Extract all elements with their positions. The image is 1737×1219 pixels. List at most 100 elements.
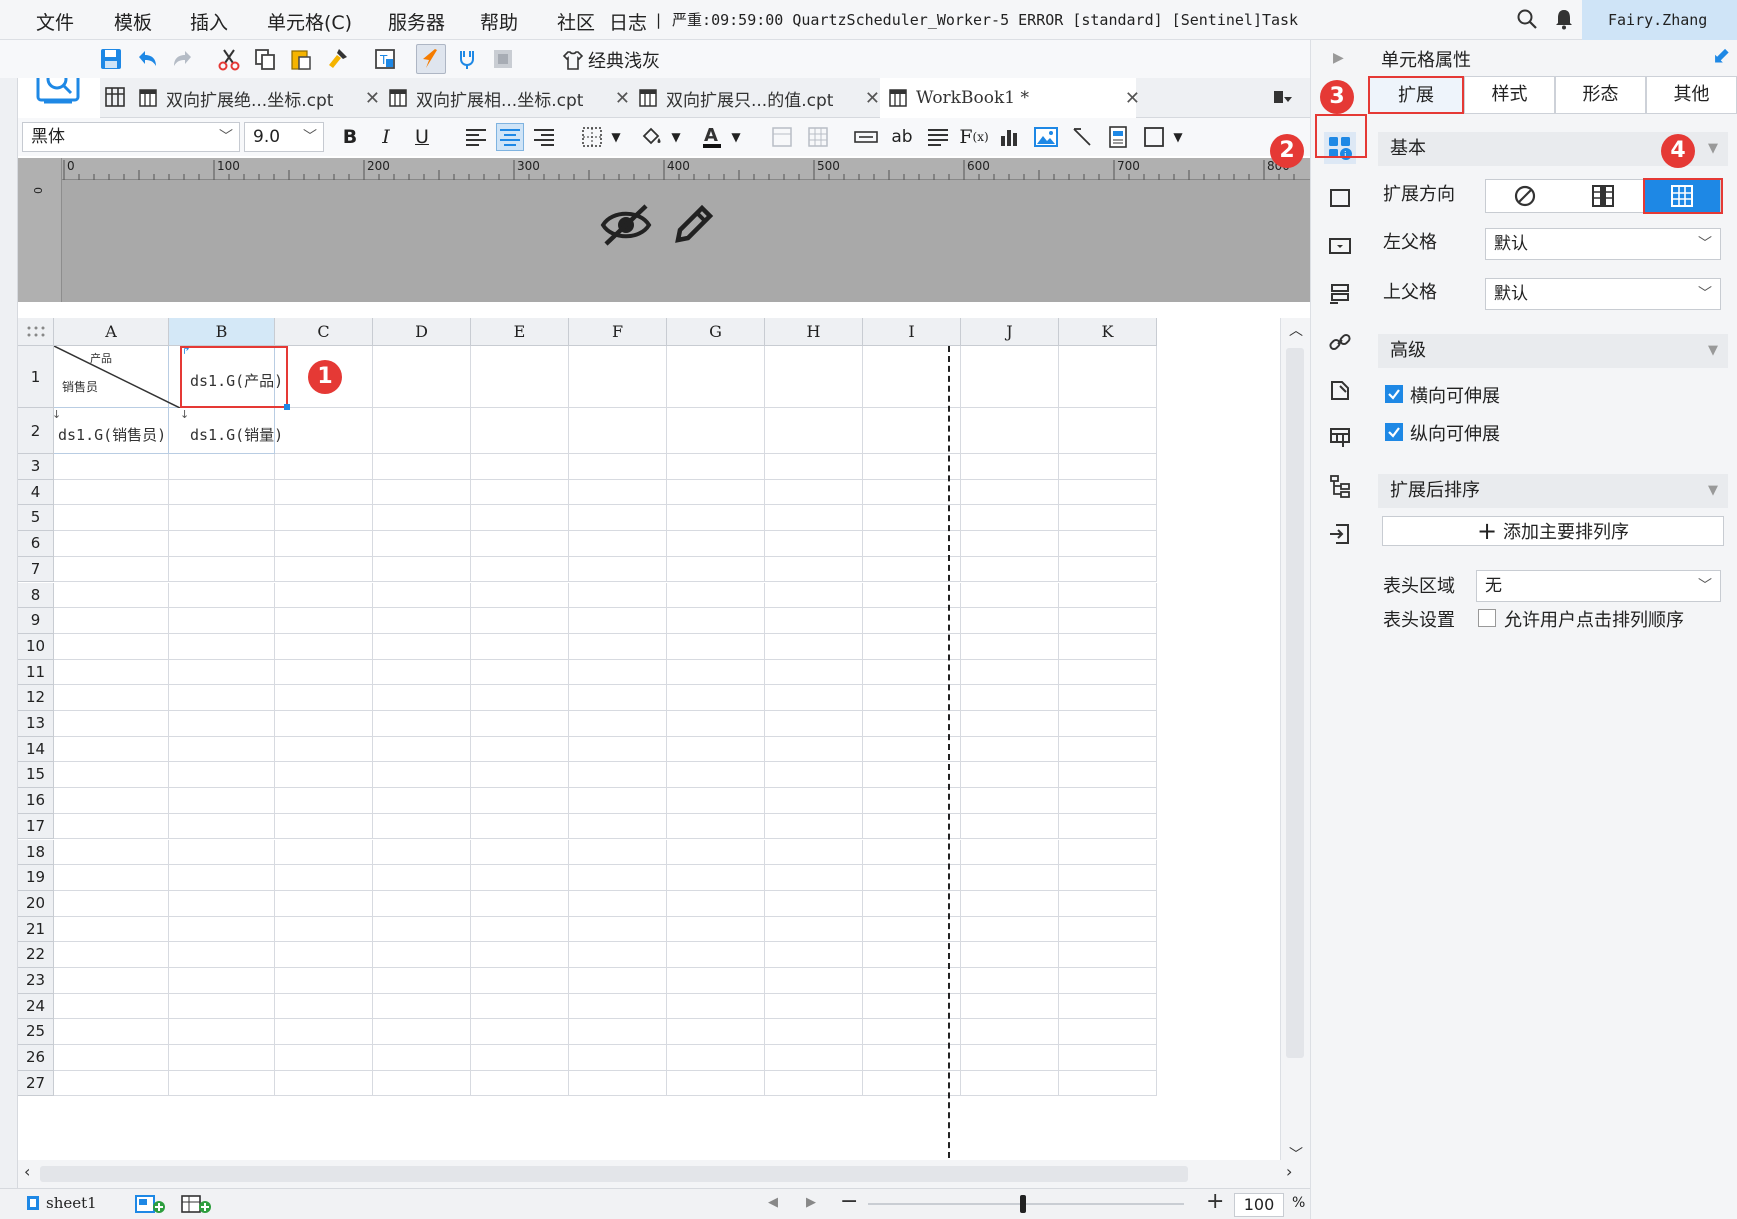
cell-h15[interactable] xyxy=(765,762,863,789)
cell-e18[interactable] xyxy=(471,839,569,866)
cell-g26[interactable] xyxy=(667,1045,765,1071)
cell-e19[interactable] xyxy=(471,865,569,891)
cell-a3[interactable] xyxy=(54,454,169,480)
cell-d6[interactable] xyxy=(373,531,471,557)
cell-d7[interactable] xyxy=(373,556,471,583)
cell-f9[interactable] xyxy=(569,608,667,634)
horizontal-extend-checkbox[interactable] xyxy=(1385,385,1403,403)
cell-b12[interactable] xyxy=(169,685,275,711)
scroll-left-icon[interactable]: ‹ xyxy=(24,1162,30,1181)
cell-a20[interactable] xyxy=(54,890,169,917)
row-header-25[interactable]: 25 xyxy=(18,1019,54,1046)
edit-pencil-icon[interactable] xyxy=(670,202,716,248)
cell-g25[interactable] xyxy=(667,1019,765,1046)
row-header-19[interactable]: 19 xyxy=(18,865,54,891)
cell-g9[interactable] xyxy=(667,608,765,634)
row-header-9[interactable]: 9 xyxy=(18,608,54,634)
cell-h10[interactable] xyxy=(765,633,863,660)
scroll-right-icon[interactable]: › xyxy=(1286,1162,1292,1181)
column-header-e[interactable]: E xyxy=(471,318,569,346)
cell-d26[interactable] xyxy=(373,1045,471,1071)
row-header-2[interactable]: 2 xyxy=(18,408,54,454)
row-header-1[interactable]: 1 xyxy=(18,346,54,408)
no-expand-button[interactable] xyxy=(1486,180,1564,212)
row-header-21[interactable]: 21 xyxy=(18,916,54,943)
cell-e24[interactable] xyxy=(471,993,569,1020)
cell-a9[interactable] xyxy=(54,608,169,634)
fill-dropdown-icon[interactable]: ▼ xyxy=(662,123,690,151)
cell-b13[interactable] xyxy=(169,711,275,737)
row-header-11[interactable]: 11 xyxy=(18,659,54,686)
cell-j9[interactable] xyxy=(961,608,1059,634)
cell-e14[interactable] xyxy=(471,736,569,763)
cell-a25[interactable] xyxy=(54,1019,169,1046)
column-header-i[interactable]: I xyxy=(863,318,961,346)
left-collapse-strip[interactable]: ▶ xyxy=(0,40,18,1188)
vertical-expand-button[interactable] xyxy=(1564,180,1642,212)
cell-a7[interactable] xyxy=(54,556,169,583)
designer-mode-icon[interactable] xyxy=(416,44,446,74)
cell-b26[interactable] xyxy=(169,1045,275,1071)
font-family-select[interactable]: 黑体 ﹀ xyxy=(22,122,240,152)
cell-k26[interactable] xyxy=(1059,1045,1157,1071)
zoom-out-icon[interactable]: − xyxy=(840,1189,858,1214)
cell-d4[interactable] xyxy=(373,479,471,506)
cell-a22[interactable] xyxy=(54,942,169,968)
cell-g24[interactable] xyxy=(667,993,765,1020)
cell-g8[interactable] xyxy=(667,582,765,609)
cell-f24[interactable] xyxy=(569,993,667,1020)
close-tab-icon[interactable]: ✕ xyxy=(365,88,380,109)
menu-log[interactable]: 日志 xyxy=(609,8,647,35)
redo-icon[interactable] xyxy=(168,44,198,74)
template-data-icon[interactable]: T xyxy=(370,44,400,74)
pin-icon[interactable]: ⬋ xyxy=(1712,44,1730,69)
cell-j1[interactable] xyxy=(961,346,1059,408)
cell-e25[interactable] xyxy=(471,1019,569,1046)
cell-c17[interactable] xyxy=(275,813,373,840)
cell-h16[interactable] xyxy=(765,788,863,814)
cell-b4[interactable] xyxy=(169,479,275,506)
grid-view-icon[interactable] xyxy=(104,86,126,108)
align-left-icon[interactable] xyxy=(462,123,490,151)
cell-i12[interactable] xyxy=(863,685,961,711)
cell-e22[interactable] xyxy=(471,942,569,968)
cell-h22[interactable] xyxy=(765,942,863,968)
cell-i5[interactable] xyxy=(863,505,961,532)
cell-i2[interactable] xyxy=(863,408,961,454)
tab-style[interactable]: 样式 xyxy=(1464,76,1555,114)
add-sort-button[interactable]: + 添加主要排列序 xyxy=(1382,516,1724,546)
cell-k23[interactable] xyxy=(1059,968,1157,994)
cell-f14[interactable] xyxy=(569,736,667,763)
cell-j4[interactable] xyxy=(961,479,1059,506)
menu-template[interactable]: 模板 xyxy=(114,8,152,35)
cell-i1[interactable] xyxy=(863,346,961,408)
cell-j19[interactable] xyxy=(961,865,1059,891)
underline-icon[interactable]: U xyxy=(408,123,436,151)
cell-g14[interactable] xyxy=(667,736,765,763)
row-header-14[interactable]: 14 xyxy=(18,736,54,763)
cell-b22[interactable] xyxy=(169,942,275,968)
column-header-g[interactable]: G xyxy=(667,318,765,346)
horizontal-scroll-thumb[interactable] xyxy=(40,1166,1188,1182)
cell-f15[interactable] xyxy=(569,762,667,789)
cell-h27[interactable] xyxy=(765,1070,863,1097)
cell-h12[interactable] xyxy=(765,685,863,711)
hyperlink-icon[interactable] xyxy=(1324,326,1356,358)
cell-j18[interactable] xyxy=(961,839,1059,866)
row-header-10[interactable]: 10 xyxy=(18,633,54,660)
border-dropdown-icon[interactable]: ▼ xyxy=(602,123,630,151)
cell-a4[interactable] xyxy=(54,479,169,506)
cell-d13[interactable] xyxy=(373,711,471,737)
cell-k21[interactable] xyxy=(1059,916,1157,943)
cell-d21[interactable] xyxy=(373,916,471,943)
cell-g18[interactable] xyxy=(667,839,765,866)
cell-h20[interactable] xyxy=(765,890,863,917)
cell-d25[interactable] xyxy=(373,1019,471,1046)
cell-d1[interactable] xyxy=(373,346,471,408)
cell-b10[interactable] xyxy=(169,633,275,660)
cell-b25[interactable] xyxy=(169,1019,275,1046)
align-right-icon[interactable] xyxy=(530,123,558,151)
cell-c14[interactable] xyxy=(275,736,373,763)
cell-f2[interactable] xyxy=(569,408,667,454)
cell-h26[interactable] xyxy=(765,1045,863,1071)
